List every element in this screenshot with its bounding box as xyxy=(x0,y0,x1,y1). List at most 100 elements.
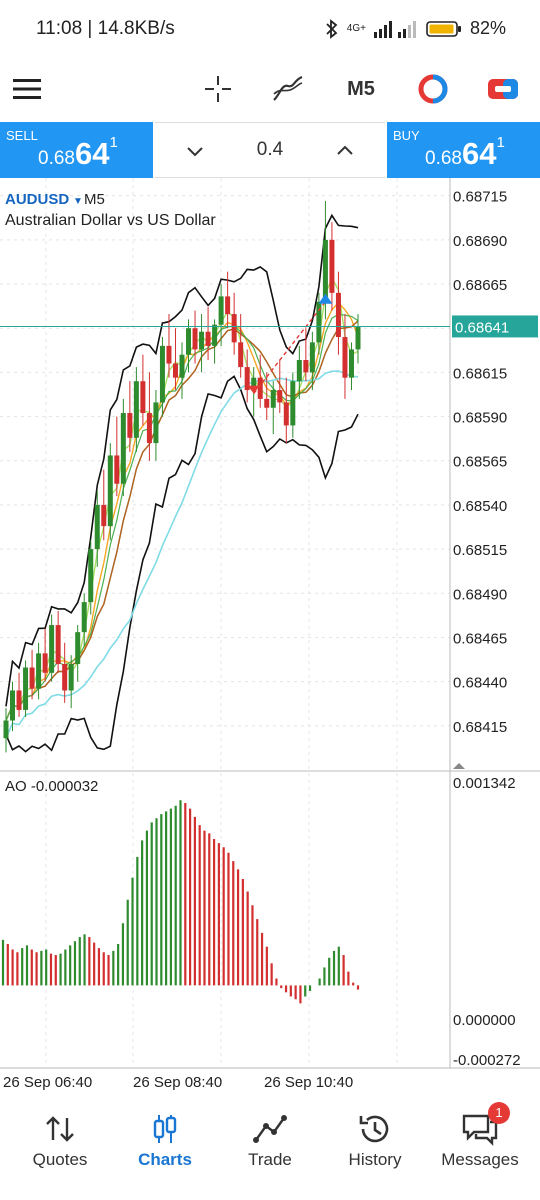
chart-toolbar: M5 xyxy=(0,58,540,120)
price-tick-label: 0.68715 xyxy=(453,189,507,206)
price-tick-label: 0.68590 xyxy=(453,410,507,427)
sell-button[interactable]: SELL 0.68641 xyxy=(0,122,153,178)
history-icon xyxy=(359,1115,389,1143)
price-tick-label: 0.68440 xyxy=(453,675,507,692)
candle-body xyxy=(81,602,87,633)
candle-body xyxy=(36,653,42,689)
candle-body xyxy=(140,381,146,414)
candle-body xyxy=(283,402,289,426)
price-tick-label: 0.68540 xyxy=(453,498,507,515)
shift-marker-icon xyxy=(453,763,465,769)
candle-body xyxy=(322,239,328,302)
candle-body xyxy=(16,690,22,710)
candle-body xyxy=(264,398,270,408)
candle-body xyxy=(238,342,244,368)
candle-body xyxy=(55,625,61,664)
nav-quotes[interactable]: Quotes xyxy=(6,1098,114,1200)
candle-body xyxy=(329,239,335,293)
volume-increase-icon[interactable] xyxy=(335,141,355,161)
price-chart[interactable]: 0.687150.686900.686650.686400.686150.685… xyxy=(0,178,540,1096)
quotes-icon xyxy=(46,1116,74,1142)
nav-trade[interactable]: Trade xyxy=(216,1098,324,1200)
candle-body xyxy=(172,363,178,378)
sell-price: 0.68641 xyxy=(38,134,118,171)
price-tick-label: 0.68615 xyxy=(453,365,507,382)
candle-body xyxy=(342,337,348,378)
bluetooth-icon xyxy=(326,18,338,39)
chart-symbol[interactable]: AUDUSD xyxy=(5,191,69,208)
candle-body xyxy=(23,667,29,710)
candle-body xyxy=(114,455,120,484)
candle-body xyxy=(127,413,133,438)
buy-price: 0.68641 xyxy=(425,134,505,171)
current-price-label: 0.68641 xyxy=(455,319,509,336)
ma-long-line xyxy=(5,370,359,739)
nav-messages[interactable]: Messages xyxy=(426,1098,534,1200)
candle-body xyxy=(212,324,218,346)
timeframe-button[interactable]: M5 xyxy=(338,66,384,112)
charts-icon xyxy=(153,1115,177,1143)
crosshair-icon xyxy=(205,76,231,102)
candle-body xyxy=(270,390,276,408)
candle-body xyxy=(303,360,309,373)
crosshair-button[interactable] xyxy=(195,66,241,112)
price-tick-label: 0.68490 xyxy=(453,586,507,603)
price-tick-label: 0.68465 xyxy=(453,630,507,647)
status-icons: 4G+ 82% xyxy=(325,18,506,39)
candle-body xyxy=(290,381,296,426)
messages-badge: 1 xyxy=(488,1102,510,1124)
nav-history-label: History xyxy=(348,1150,402,1169)
candle-body xyxy=(10,690,16,721)
candle-body xyxy=(296,360,302,382)
indicators-button[interactable] xyxy=(265,66,311,112)
x-axis-label-1: 26 Sep 06:40 xyxy=(3,1074,92,1091)
candle-body xyxy=(192,328,198,350)
sell-label: SELL xyxy=(6,128,38,143)
ao-histogram xyxy=(1,800,360,1004)
candle-body xyxy=(186,328,192,355)
candle-body xyxy=(277,390,283,403)
new-order-icon xyxy=(488,79,518,99)
objects-icon xyxy=(418,74,448,104)
ao-zero-tick: 0.000000 xyxy=(453,1012,516,1029)
x-axis-label-2: 26 Sep 08:40 xyxy=(133,1074,222,1091)
battery-icon xyxy=(426,20,461,37)
nav-quotes-label: Quotes xyxy=(32,1150,88,1169)
nav-charts[interactable]: Charts xyxy=(111,1098,219,1200)
buy-button[interactable]: BUY 0.68641 xyxy=(387,122,540,178)
nav-history[interactable]: History xyxy=(321,1098,429,1200)
objects-button[interactable] xyxy=(410,66,456,112)
chart-timeframe: M5 xyxy=(84,191,105,208)
menu-button[interactable] xyxy=(4,66,50,112)
chart-description: Australian Dollar vs US Dollar xyxy=(5,212,216,229)
price-tick-label: 0.68665 xyxy=(453,277,507,294)
nav-charts-label: Charts xyxy=(138,1150,192,1169)
candle-body xyxy=(88,549,94,603)
price-tick-label: 0.68565 xyxy=(453,454,507,471)
ao-bottom-tick: -0.000272 xyxy=(453,1052,521,1069)
candle-body xyxy=(335,292,341,338)
candle-body xyxy=(3,720,9,739)
candle-body xyxy=(94,504,100,550)
candle-body xyxy=(107,455,113,527)
symbol-dropdown-icon[interactable]: ▼ xyxy=(73,196,83,207)
candle-body xyxy=(231,314,237,343)
buy-arrow-icon xyxy=(318,293,333,304)
candle-body xyxy=(159,345,165,403)
price-axis: 0.687150.686900.686650.686400.686150.685… xyxy=(0,178,540,1069)
candle-body xyxy=(101,504,107,527)
candle-body xyxy=(179,354,185,378)
candle-body xyxy=(199,331,205,350)
candle-body xyxy=(49,625,55,673)
volume-control: 0.4 xyxy=(155,122,385,178)
new-order-button[interactable] xyxy=(480,66,526,112)
timeframe-label: M5 xyxy=(347,77,375,100)
price-tick-label: 0.68515 xyxy=(453,542,507,559)
battery-percent: 82% xyxy=(469,18,506,38)
signal-icon xyxy=(373,20,416,38)
price-tick-label: 0.68415 xyxy=(453,719,507,736)
candle-body xyxy=(120,413,126,484)
status-bar: 11:08 | 14.8KB/s 4G+ 82% xyxy=(0,0,540,58)
price-tick-label: 0.68690 xyxy=(453,233,507,250)
ao-label: AO -0.000032 xyxy=(5,778,98,795)
